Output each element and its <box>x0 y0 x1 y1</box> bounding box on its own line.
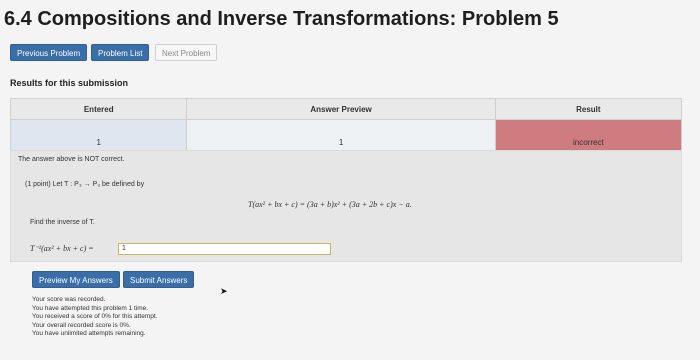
problem-list-button[interactable]: Problem List <box>91 44 150 61</box>
score-summary: Your score was recorded. You have attemp… <box>32 296 158 339</box>
question-text: Find the inverse of T. <box>30 219 95 226</box>
next-problem-button[interactable]: Next Problem <box>155 44 218 61</box>
column-header-entered: Entered <box>9 98 188 120</box>
page-title: 6.4 Compositions and Inverse Transformat… <box>4 8 559 30</box>
score-line: You received a score of 0% for this atte… <box>32 313 158 320</box>
submit-answers-button[interactable]: Submit Answers <box>123 271 195 288</box>
preview-answers-button[interactable]: Preview My Answers <box>32 271 120 288</box>
score-line: You have unlimited attempts remaining. <box>32 330 146 337</box>
answer-input[interactable]: 1 <box>118 243 331 255</box>
score-line: Your overall recorded score is 0%. <box>32 321 131 329</box>
previous-problem-button[interactable]: Previous Problem <box>10 44 88 61</box>
mouse-cursor-icon: ➤ <box>220 286 228 296</box>
column-header-result: Result <box>494 98 683 120</box>
results-heading: Results for this submission <box>10 78 129 88</box>
transformation-definition: T(ax² + bx + c) = (3a + b)x² + (3a + 2b … <box>248 200 412 209</box>
not-correct-message: The answer above is NOT correct. <box>18 156 125 163</box>
column-header-answer-preview: Answer Preview <box>186 98 496 120</box>
score-line: You have attempted this problem 1 time. <box>32 304 149 312</box>
score-line: Your score was recorded. <box>32 296 106 303</box>
problem-intro: (1 point) Let T : P₃ → P₃ be defined by <box>25 181 145 188</box>
answer-label: T⁻¹(ax² + bx + c) = <box>30 244 94 253</box>
